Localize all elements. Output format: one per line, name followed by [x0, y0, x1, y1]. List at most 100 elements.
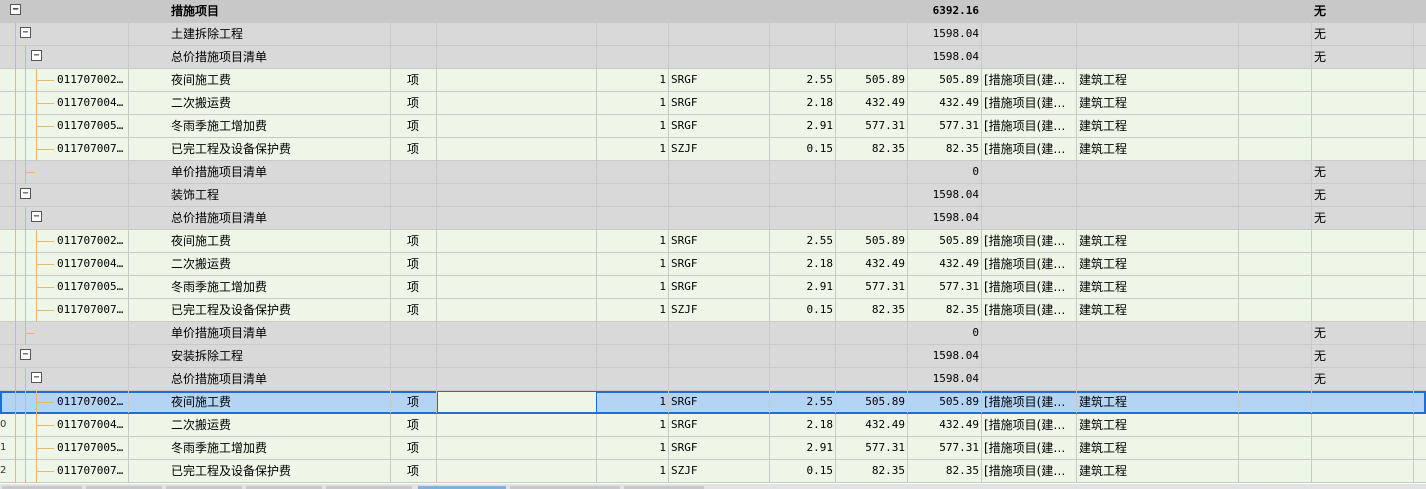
category-cell[interactable] — [982, 46, 1077, 68]
price-cell[interactable] — [836, 0, 908, 22]
code-cell[interactable] — [8, 0, 129, 22]
rate-cell[interactable] — [770, 46, 836, 68]
profession-cell[interactable] — [1077, 0, 1239, 22]
profession-cell[interactable] — [1077, 161, 1239, 183]
category-cell[interactable]: [措施项目(建… — [982, 69, 1077, 91]
profession-cell[interactable] — [1077, 23, 1239, 45]
name-cell[interactable]: 土建拆除工程 — [129, 23, 391, 45]
group-row[interactable]: 总价措施项目清单 1598.04 无 − — [0, 207, 1426, 230]
name-cell[interactable]: 二次搬运费 — [129, 92, 391, 114]
extra-cell[interactable] — [1239, 299, 1312, 321]
spec-cell[interactable] — [437, 138, 597, 160]
category-cell[interactable] — [982, 322, 1077, 344]
collapse-toggle-icon[interactable]: − — [20, 188, 31, 199]
qty-cell[interactable] — [597, 23, 669, 45]
code-cell[interactable]: 011707005… — [8, 437, 129, 459]
base-cell[interactable]: SRGF — [669, 92, 770, 114]
group-row[interactable]: 单价措施项目清单 0 无 — [0, 161, 1426, 184]
table-row[interactable]: 011707004… 二次搬运费项 1 SRGF 2.18 432.49 432.49 [措施… — [0, 253, 1426, 276]
qty-cell[interactable]: 1 — [597, 230, 669, 252]
unit-cell[interactable] — [391, 161, 437, 183]
extra-cell[interactable] — [1239, 414, 1312, 436]
code-cell[interactable]: 011707002… — [8, 230, 129, 252]
profession-cell[interactable] — [1077, 46, 1239, 68]
total-cell[interactable]: 0 — [908, 161, 982, 183]
measures-grid[interactable]: 措施项目 6392.16 无 − 土建拆除工程 1598.04 无 − 总价措施项目清单 1598… — [0, 0, 1426, 483]
code-cell[interactable]: 011707004… — [8, 414, 129, 436]
profession-cell[interactable]: 建筑工程 — [1077, 276, 1239, 298]
name-cell[interactable]: 二次搬运费 — [129, 253, 391, 275]
unit-cell[interactable]: 项 — [391, 92, 437, 114]
extra-cell[interactable] — [1239, 69, 1312, 91]
rate-cell[interactable]: 2.55 — [770, 391, 836, 413]
name-cell[interactable]: 措施项目 — [129, 0, 391, 22]
category-cell[interactable]: [措施项目(建… — [982, 115, 1077, 137]
price-cell[interactable]: 505.89 — [836, 230, 908, 252]
qty-cell[interactable] — [597, 207, 669, 229]
total-cell[interactable]: 432.49 — [908, 92, 982, 114]
base-cell[interactable]: SRGF — [669, 230, 770, 252]
rate-cell[interactable] — [770, 345, 836, 367]
spec-cell[interactable] — [437, 0, 597, 22]
ref-cell[interactable]: 无 — [1312, 322, 1414, 344]
category-cell[interactable] — [982, 161, 1077, 183]
total-cell[interactable]: 432.49 — [908, 414, 982, 436]
table-row[interactable]: 011707005… 冬雨季施工增加费项 1 SRGF 2.91 577.31 577.31… — [0, 115, 1426, 138]
price-cell[interactable] — [836, 345, 908, 367]
ref-cell[interactable] — [1312, 69, 1414, 91]
extra-cell[interactable] — [1239, 184, 1312, 206]
profession-cell[interactable]: 建筑工程 — [1077, 299, 1239, 321]
collapse-toggle-icon[interactable]: − — [31, 372, 42, 383]
rate-cell[interactable]: 0.15 — [770, 299, 836, 321]
rate-cell[interactable] — [770, 184, 836, 206]
price-cell[interactable]: 82.35 — [836, 460, 908, 482]
code-cell[interactable]: 011707007… — [8, 460, 129, 482]
category-cell[interactable] — [982, 207, 1077, 229]
code-cell[interactable]: 011707002… — [8, 391, 129, 413]
extra-cell[interactable] — [1239, 253, 1312, 275]
unit-cell[interactable]: 项 — [391, 230, 437, 252]
profession-cell[interactable]: 建筑工程 — [1077, 115, 1239, 137]
rate-cell[interactable]: 2.91 — [770, 437, 836, 459]
category-cell[interactable]: [措施项目(建… — [982, 391, 1077, 413]
extra-cell[interactable] — [1239, 138, 1312, 160]
qty-cell[interactable] — [597, 0, 669, 22]
table-row[interactable]: 011707002… 夜间施工费项 1 SRGF 2.55 505.89 505.89 [措施… — [0, 391, 1426, 414]
category-cell[interactable]: [措施项目(建… — [982, 460, 1077, 482]
unit-cell[interactable]: 项 — [391, 253, 437, 275]
price-cell[interactable] — [836, 23, 908, 45]
profession-cell[interactable] — [1077, 184, 1239, 206]
profession-cell[interactable] — [1077, 368, 1239, 390]
spec-cell[interactable] — [437, 115, 597, 137]
base-cell[interactable] — [669, 46, 770, 68]
ref-cell[interactable]: 无 — [1312, 207, 1414, 229]
qty-cell[interactable]: 1 — [597, 69, 669, 91]
price-cell[interactable]: 577.31 — [836, 276, 908, 298]
group-row[interactable]: 装饰工程 1598.04 无 − — [0, 184, 1426, 207]
qty-cell[interactable] — [597, 322, 669, 344]
base-cell[interactable]: SRGF — [669, 276, 770, 298]
table-row[interactable]: 011707007… 已完工程及设备保护费项 1 SZJF 0.15 82.35 82.35… — [0, 138, 1426, 161]
ref-cell[interactable]: 无 — [1312, 46, 1414, 68]
ref-cell[interactable]: 无 — [1312, 161, 1414, 183]
total-cell[interactable]: 82.35 — [908, 138, 982, 160]
spec-cell[interactable] — [437, 322, 597, 344]
price-cell[interactable]: 505.89 — [836, 69, 908, 91]
base-cell[interactable] — [669, 207, 770, 229]
price-cell[interactable]: 505.89 — [836, 391, 908, 413]
unit-cell[interactable] — [391, 368, 437, 390]
qty-cell[interactable]: 1 — [597, 253, 669, 275]
total-cell[interactable]: 1598.04 — [908, 368, 982, 390]
extra-cell[interactable] — [1239, 23, 1312, 45]
price-cell[interactable]: 82.35 — [836, 138, 908, 160]
unit-cell[interactable]: 项 — [391, 115, 437, 137]
spec-cell[interactable] — [437, 230, 597, 252]
spec-cell[interactable] — [437, 184, 597, 206]
base-cell[interactable] — [669, 0, 770, 22]
profession-cell[interactable] — [1077, 207, 1239, 229]
category-cell[interactable] — [982, 0, 1077, 22]
ref-cell[interactable] — [1312, 253, 1414, 275]
code-cell[interactable] — [8, 46, 129, 68]
name-cell[interactable]: 冬雨季施工增加费 — [129, 437, 391, 459]
unit-cell[interactable] — [391, 0, 437, 22]
